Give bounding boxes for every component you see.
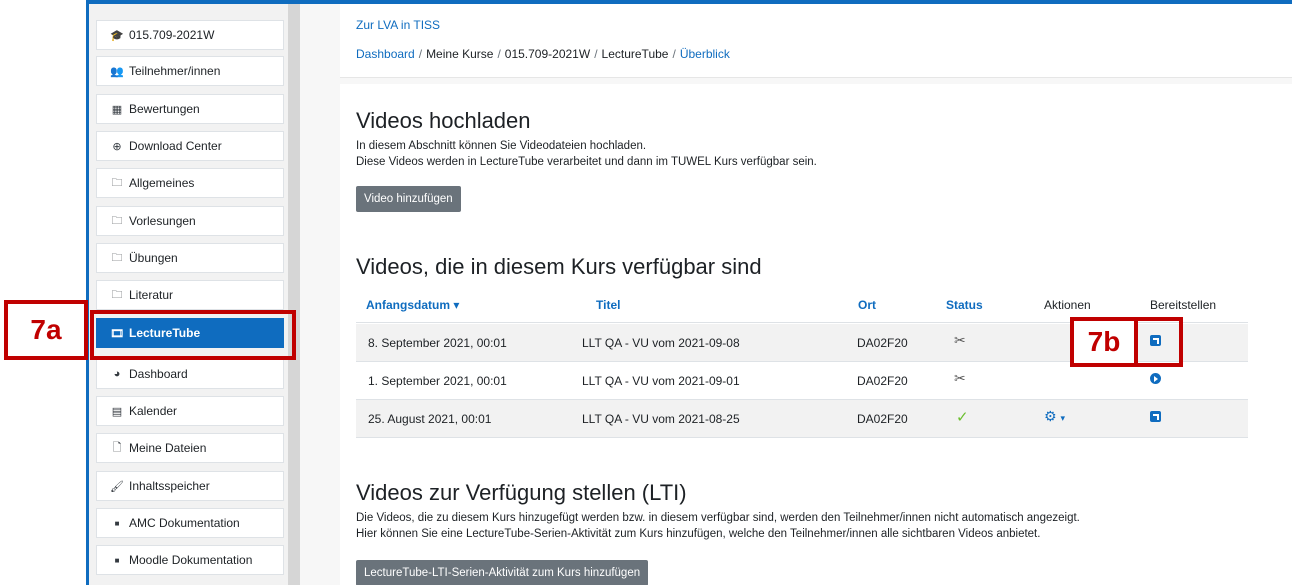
table-row: 1. September 2021, 00:01 LLT QA - VU vom… [356, 362, 1248, 399]
folder-icon: 🗀 [111, 176, 123, 189]
sidebar-item-label: Übungen [129, 251, 178, 265]
breadcrumb: Dashboard / Meine Kurse/015.709-2021W / Lect… [356, 47, 730, 61]
sidebar-item-label: AMC Dokumentation [129, 516, 240, 530]
breadcrumb-my-courses[interactable]: Meine Kurse [426, 47, 493, 61]
download-icon: ⊕ [112, 140, 122, 153]
annotation-7b-box [1134, 317, 1183, 367]
folder-icon: 🗀 [111, 251, 123, 264]
sidebar-item-download-center[interactable]: ⊕ Download Center [96, 131, 284, 161]
lti-description-2: Hier können Sie eine LectureTube-Serien-… [356, 528, 1041, 540]
sidebar-item-moodle-docs[interactable]: ■ Moodle Dokumentation [96, 545, 284, 575]
sidebar-item-label: Vorlesungen [129, 214, 196, 228]
column-header-date[interactable]: Anfangsdatum ▾ [366, 298, 459, 312]
brush-icon: 🖌 [110, 480, 124, 493]
annotation-7a-box [90, 310, 296, 360]
column-header-location[interactable]: Ort [858, 298, 876, 312]
sidebar-item-amc-docs[interactable]: ■ AMC Dokumentation [96, 508, 284, 538]
row-date: 1. September 2021, 00:01 [368, 374, 507, 388]
square-icon: ■ [114, 518, 120, 528]
folder-icon: 🗀 [111, 288, 123, 301]
folder-icon: 🗀 [111, 214, 123, 227]
sidebar-item-label: Bewertungen [129, 102, 200, 116]
breadcrumb-lecturetube[interactable]: LectureTube [602, 47, 669, 61]
breadcrumb-course[interactable]: 015.709-2021W [505, 47, 590, 61]
row-date: 8. September 2021, 00:01 [368, 336, 507, 350]
sidebar-item-label: Literatur [129, 288, 174, 302]
column-header-share: Bereitstellen [1150, 298, 1217, 312]
sidebar-item-dashboard[interactable]: ◕ Dashboard [96, 359, 284, 389]
annotation-7a-label: 7a [4, 300, 88, 360]
column-header-actions: Aktionen [1044, 298, 1091, 312]
videos-section-title: Videos, die in diesem Kurs verfügbar sin… [356, 254, 762, 279]
table-icon: ▦ [111, 103, 123, 116]
share-icon[interactable] [1150, 411, 1161, 422]
sidebar-item-literatur[interactable]: 🗀 Literatur [96, 280, 284, 310]
add-video-button[interactable]: Video hinzufügen [356, 186, 461, 212]
annotation-7b-label: 7b [1070, 317, 1138, 367]
calendar-icon: ▤ [111, 405, 123, 418]
sidebar-item-grades[interactable]: ▦ Bewertungen [96, 94, 284, 124]
lti-section-title: Videos zur Verfügung stellen (LTI) [356, 480, 687, 505]
breadcrumb-separator: / [672, 47, 676, 61]
sidebar-item-content-bank[interactable]: 🖌 Inhaltsspeicher [96, 471, 284, 501]
sort-descending-icon: ▾ [453, 298, 460, 312]
sidebar-item-calendar[interactable]: ▤ Kalender [96, 396, 284, 426]
scissors-icon: ✂ [954, 370, 966, 386]
add-lti-activity-button[interactable]: LectureTube-LTI-Serien-Aktivität zum Kur… [356, 560, 649, 585]
sidebar-item-uebungen[interactable]: 🗀 Übungen [96, 243, 284, 273]
upload-description-1: In diesem Abschnitt können Sie Videodate… [356, 140, 647, 152]
upload-description-2: Diese Videos werden in LectureTube verar… [356, 156, 817, 168]
sidebar-item-label: Teilnehmer/innen [129, 64, 221, 78]
sidebar-item-my-files[interactable]: 🗋 Meine Dateien [96, 433, 284, 463]
sidebar-item-label: Inhaltsspeicher [129, 479, 210, 493]
graduation-cap-icon: 🎓 [110, 29, 124, 42]
breadcrumb-separator: / [418, 47, 423, 61]
page-header [340, 4, 1292, 78]
scissors-icon: ✂ [954, 332, 966, 348]
users-icon: 👥 [110, 65, 124, 78]
chevron-down-icon: ▾ [1060, 413, 1065, 423]
row-title: LLT QA - VU vom 2021-09-01 [582, 374, 740, 388]
row-date: 25. August 2021, 00:01 [368, 412, 492, 426]
tiss-link[interactable]: Zur LVA in TISS [356, 18, 440, 32]
sidebar-item-course[interactable]: 🎓 015.709-2021W [96, 20, 284, 50]
sidebar-scrollbar[interactable] [288, 4, 300, 585]
row-divider [356, 437, 1248, 438]
play-icon[interactable] [1150, 373, 1161, 384]
row-title: LLT QA - VU vom 2021-08-25 [582, 412, 740, 426]
breadcrumb-overview[interactable]: Überblick [680, 47, 730, 61]
row-location: DA02F20 [857, 412, 908, 426]
table-row: 25. August 2021, 00:01 LLT QA - VU vom 2… [356, 400, 1248, 437]
gear-icon[interactable]: ⚙ ▾ [1044, 408, 1065, 425]
check-icon: ✓ [956, 409, 969, 426]
column-header-date-label: Anfangsdatum [366, 298, 450, 312]
row-location: DA02F20 [857, 374, 908, 388]
lti-description-1: Die Videos, die zu diesem Kurs hinzugefü… [356, 512, 1080, 524]
sidebar-item-allgemeines[interactable]: 🗀 Allgemeines [96, 168, 284, 198]
breadcrumb-separator: / [497, 47, 501, 61]
upload-section-title: Videos hochladen [356, 108, 531, 133]
column-header-title[interactable]: Titel [596, 298, 620, 312]
sidebar-item-participants[interactable]: 👥 Teilnehmer/innen [96, 56, 284, 86]
sidebar-item-label: Download Center [129, 139, 222, 153]
dashboard-icon: ◕ [113, 368, 121, 380]
sidebar-item-label: Dashboard [129, 367, 188, 381]
sidebar-item-label: Moodle Dokumentation [129, 553, 253, 567]
breadcrumb-separator: / [594, 47, 598, 61]
sidebar-item-vorlesungen[interactable]: 🗀 Vorlesungen [96, 206, 284, 236]
sidebar-item-label: Allgemeines [129, 176, 195, 190]
row-title: LLT QA - VU vom 2021-09-08 [582, 336, 740, 350]
column-header-status[interactable]: Status [946, 298, 983, 312]
sidebar-item-label: Kalender [129, 404, 178, 418]
sidebar-item-label: Meine Dateien [129, 441, 207, 455]
square-icon: ■ [114, 555, 120, 565]
sidebar-item-label: 015.709-2021W [129, 28, 215, 42]
row-location: DA02F20 [857, 336, 908, 350]
breadcrumb-dashboard[interactable]: Dashboard [356, 47, 415, 61]
file-icon: 🗋 [112, 441, 122, 454]
